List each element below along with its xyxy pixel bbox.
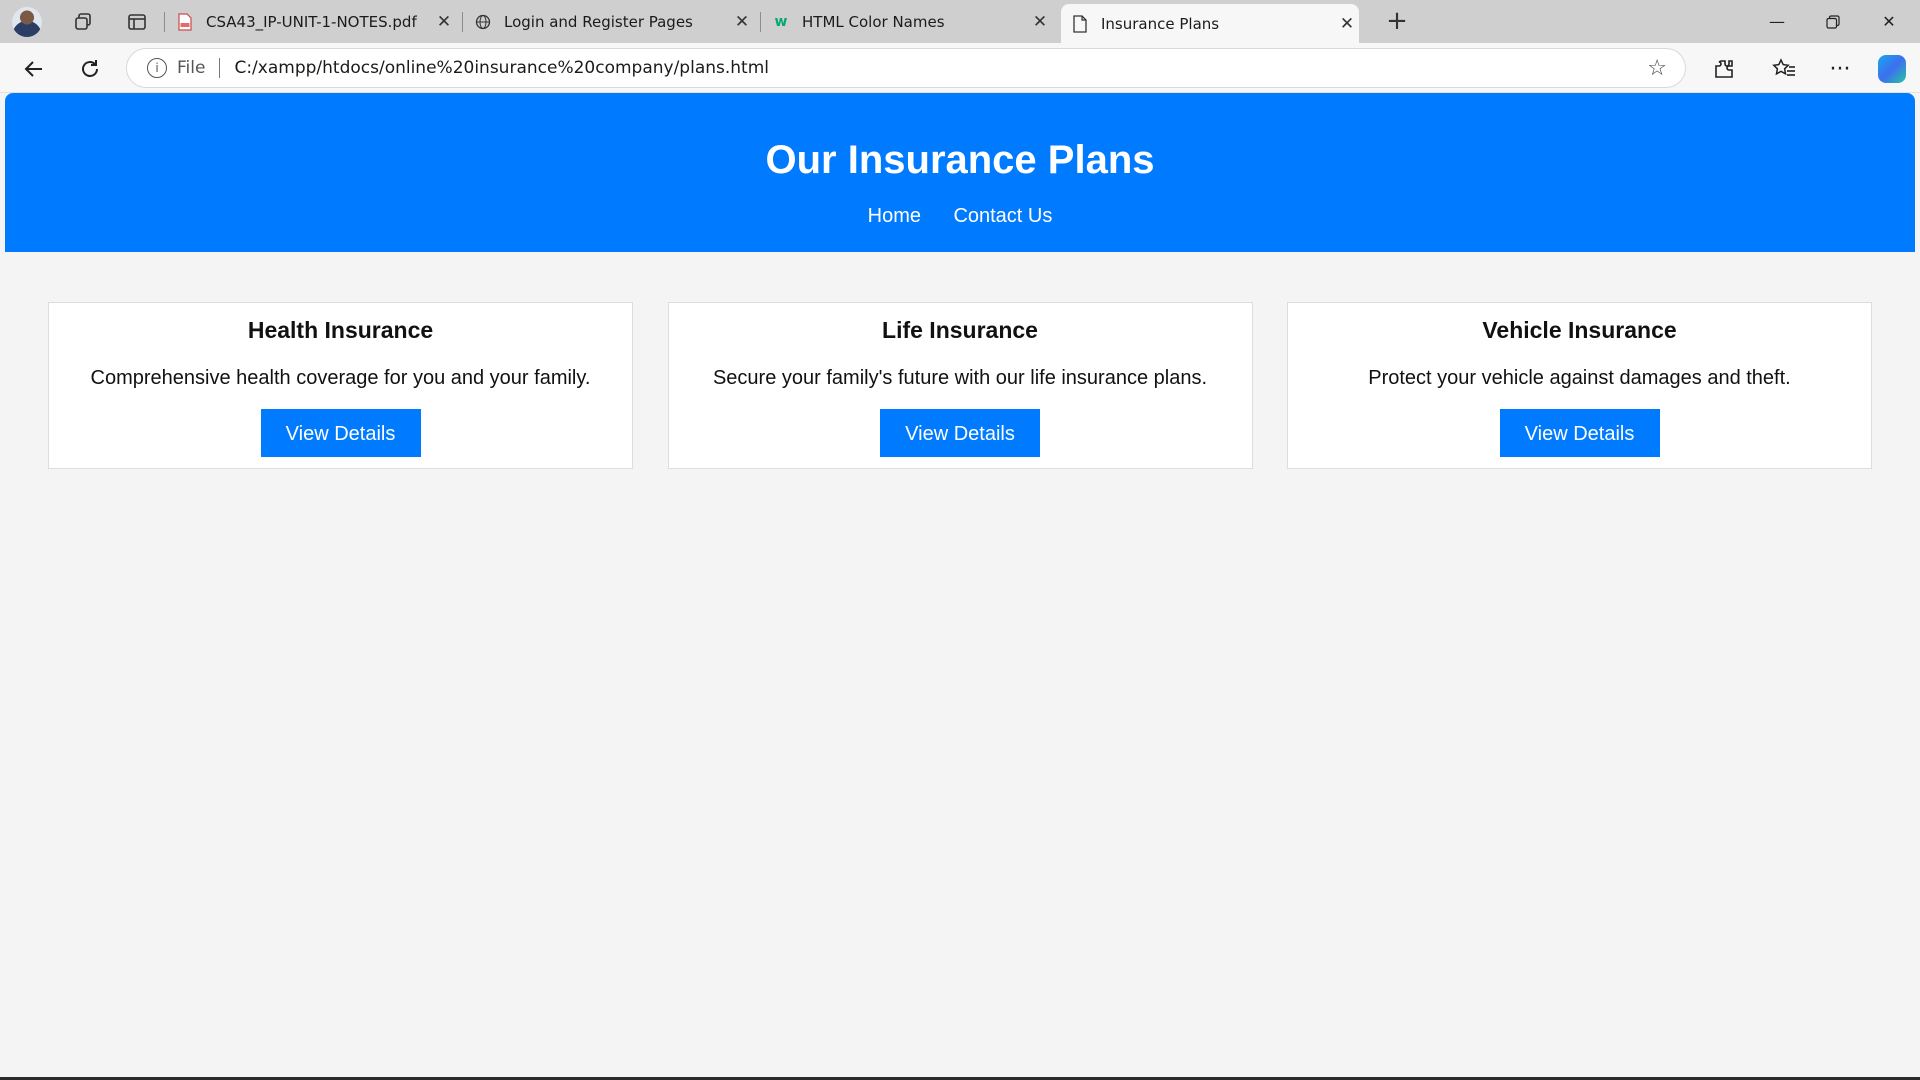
back-button[interactable] xyxy=(16,51,52,87)
plans-list: Health Insurance Comprehensive health co… xyxy=(5,252,1915,469)
w3schools-icon: w xyxy=(774,14,788,30)
tab-pdf-notes[interactable]: CSA43_IP-UNIT-1-NOTES.pdf ✕ xyxy=(166,4,456,40)
tab-insurance-plans[interactable]: Insurance Plans ✕ xyxy=(1061,4,1359,43)
view-details-button[interactable]: View Details xyxy=(880,409,1040,457)
profile-avatar[interactable] xyxy=(12,6,42,37)
scheme-label: File xyxy=(177,58,206,78)
page-icon xyxy=(1071,14,1089,33)
favorites-icon[interactable] xyxy=(1766,51,1802,87)
copilot-icon[interactable] xyxy=(1874,51,1910,87)
tab-title: HTML Color Names xyxy=(802,13,945,31)
workspaces-icon[interactable] xyxy=(66,5,100,39)
plan-card-life: Life Insurance Secure your family's futu… xyxy=(667,302,1253,469)
page-viewport: Our Insurance Plans Home Contact Us Heal… xyxy=(5,93,1915,1077)
more-options-icon[interactable]: ··· xyxy=(1822,51,1858,87)
plan-card-vehicle: Vehicle Insurance Protect your vehicle a… xyxy=(1287,302,1872,469)
tab-title: Insurance Plans xyxy=(1101,14,1220,33)
plan-title: Vehicle Insurance xyxy=(1482,317,1677,343)
refresh-button[interactable] xyxy=(72,51,108,87)
plan-description: Secure your family's future with our lif… xyxy=(712,367,1208,389)
url-text[interactable]: C:/xampp/htdocs/online%20insurance%20com… xyxy=(234,58,1647,78)
site-header: Our Insurance Plans Home Contact Us xyxy=(5,93,1915,252)
address-bar: i File C:/xampp/htdocs/online%20insuranc… xyxy=(0,43,1920,93)
pdf-icon xyxy=(176,13,194,31)
tab-title: CSA43_IP-UNIT-1-NOTES.pdf xyxy=(206,13,417,31)
plan-card-health: Health Insurance Comprehensive health co… xyxy=(48,302,633,469)
nav-home-link[interactable]: Home xyxy=(868,205,921,227)
nav-contact-link[interactable]: Contact Us xyxy=(953,205,1052,227)
tab-login-register[interactable]: Login and Register Pages ✕ xyxy=(464,4,754,40)
close-icon[interactable]: ✕ xyxy=(730,12,754,32)
site-nav: Home Contact Us xyxy=(5,205,1915,228)
plan-description: Comprehensive health coverage for you an… xyxy=(90,367,591,389)
tab-html-colors[interactable]: w HTML Color Names ✕ xyxy=(762,4,1052,40)
extensions-icon[interactable] xyxy=(1706,51,1742,87)
view-details-button[interactable]: View Details xyxy=(260,409,421,457)
close-icon[interactable]: ✕ xyxy=(1028,12,1052,32)
globe-icon xyxy=(474,13,492,31)
view-details-button[interactable]: View Details xyxy=(1499,409,1660,457)
favorite-star-icon[interactable]: ☆ xyxy=(1647,56,1667,81)
plan-description: Protect your vehicle against damages and… xyxy=(1368,367,1791,389)
tab-actions-icon[interactable] xyxy=(120,5,154,39)
url-field[interactable]: i File C:/xampp/htdocs/online%20insuranc… xyxy=(126,48,1686,88)
new-tab-icon[interactable]: + xyxy=(1380,4,1414,38)
minimize-button[interactable]: — xyxy=(1750,0,1804,43)
close-window-button[interactable]: ✕ xyxy=(1862,0,1916,43)
close-icon[interactable]: ✕ xyxy=(432,12,456,32)
restore-button[interactable] xyxy=(1806,0,1860,43)
info-icon[interactable]: i xyxy=(147,58,167,78)
plan-title: Health Insurance xyxy=(247,317,434,343)
plan-title: Life Insurance xyxy=(882,317,1038,343)
page-title: Our Insurance Plans xyxy=(765,138,1155,182)
close-icon[interactable]: ✕ xyxy=(1335,14,1359,34)
tab-title: Login and Register Pages xyxy=(504,13,693,31)
